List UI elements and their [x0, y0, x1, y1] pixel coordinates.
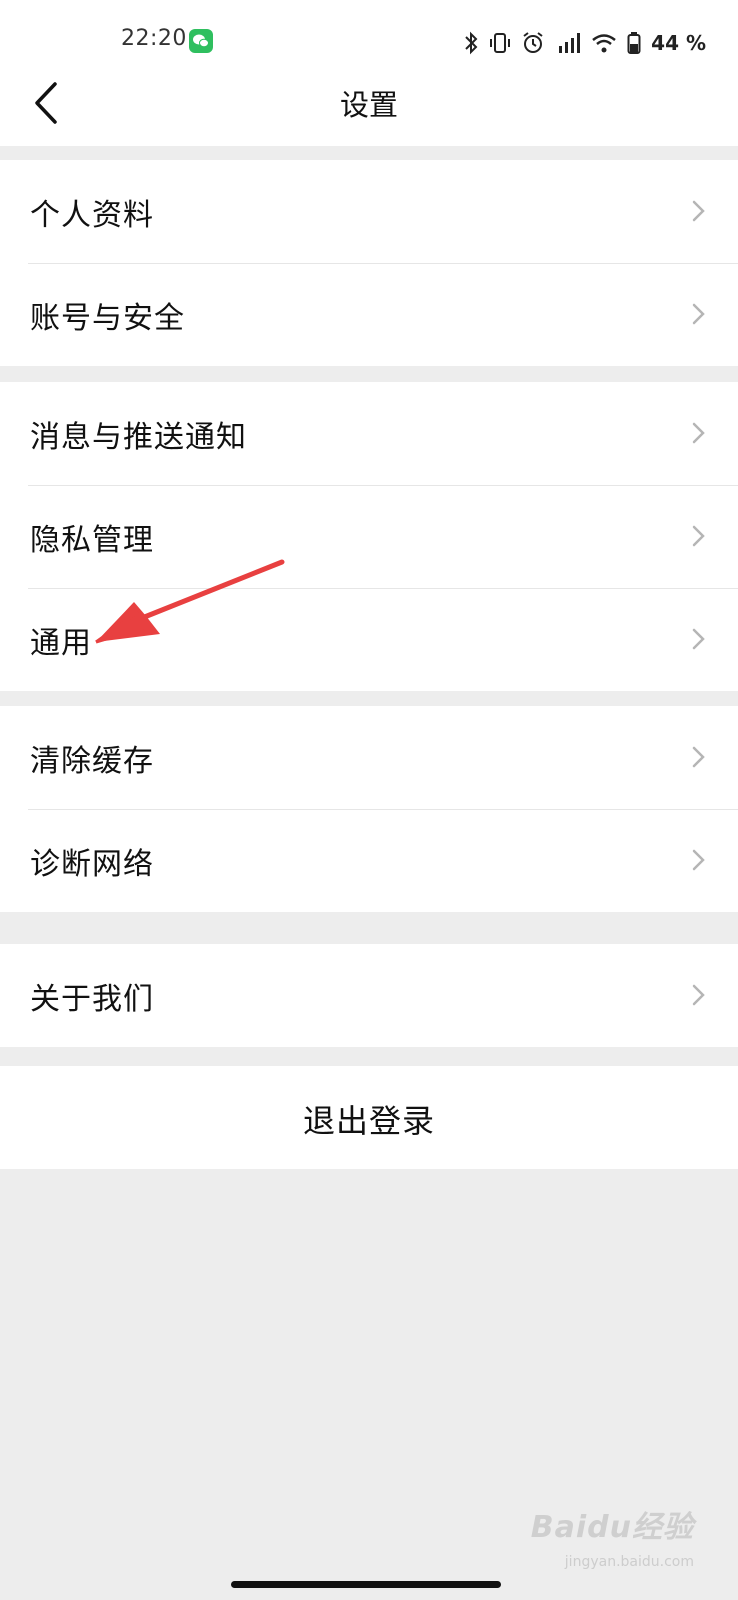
battery-icon — [627, 30, 641, 56]
settings-item-label: 账号与安全 — [30, 301, 185, 336]
watermark-logo: Baidu经验 — [530, 1510, 694, 1545]
page-title: 设置 — [339, 88, 398, 122]
settings-item-general[interactable]: 通用 — [0, 588, 738, 691]
settings-item-clear-cache[interactable]: 清除缓存 — [0, 706, 738, 809]
settings-item-label: 清除缓存 — [30, 744, 154, 779]
settings-item-label: 隐私管理 — [30, 523, 154, 558]
settings-item-label: 消息与推送通知 — [30, 420, 247, 455]
settings-item-personal-info[interactable]: 个人资料 — [0, 160, 738, 263]
hd-signal-icon — [555, 30, 581, 56]
vibrate-icon — [489, 30, 511, 56]
status-icons: 44 % — [463, 28, 706, 58]
settings-item-network-diagnosis[interactable]: 诊断网络 — [0, 809, 738, 912]
chevron-right-icon — [692, 628, 705, 650]
status-time: 22:20 — [121, 26, 187, 51]
chevron-right-icon — [692, 303, 705, 325]
battery-percent: 44 % — [651, 31, 706, 55]
wifi-icon — [591, 30, 617, 56]
logout-label: 退出登录 — [302, 1102, 435, 1140]
home-indicator[interactable] — [231, 1581, 501, 1588]
settings-group-maintenance: 清除缓存 诊断网络 — [0, 706, 738, 912]
settings-group-profile: 个人资料 账号与安全 — [0, 160, 738, 366]
chevron-right-icon — [692, 746, 705, 768]
settings-group-about: 关于我们 — [0, 944, 738, 1047]
bluetooth-icon — [463, 30, 479, 56]
settings-group-notifications: 消息与推送通知 隐私管理 通用 — [0, 382, 738, 691]
nav-bar: 设置 — [0, 60, 738, 146]
settings-item-account-security[interactable]: 账号与安全 — [0, 263, 738, 366]
settings-item-label: 诊断网络 — [30, 847, 154, 882]
settings-item-label: 通用 — [30, 626, 92, 661]
settings-item-label: 关于我们 — [30, 982, 154, 1017]
chevron-right-icon — [692, 525, 705, 547]
settings-item-notifications[interactable]: 消息与推送通知 — [0, 382, 738, 485]
watermark-url: jingyan.baidu.com — [564, 1554, 694, 1570]
chevron-right-icon — [692, 984, 705, 1006]
settings-item-about-us[interactable]: 关于我们 — [0, 944, 738, 1047]
chevron-right-icon — [692, 200, 705, 222]
chevron-right-icon — [692, 422, 705, 444]
wechat-icon — [189, 29, 213, 53]
logout-button[interactable]: 退出登录 — [0, 1066, 738, 1169]
alarm-icon — [521, 30, 545, 56]
settings-item-privacy[interactable]: 隐私管理 — [0, 485, 738, 588]
chevron-right-icon — [692, 849, 705, 871]
settings-item-label: 个人资料 — [30, 198, 154, 233]
